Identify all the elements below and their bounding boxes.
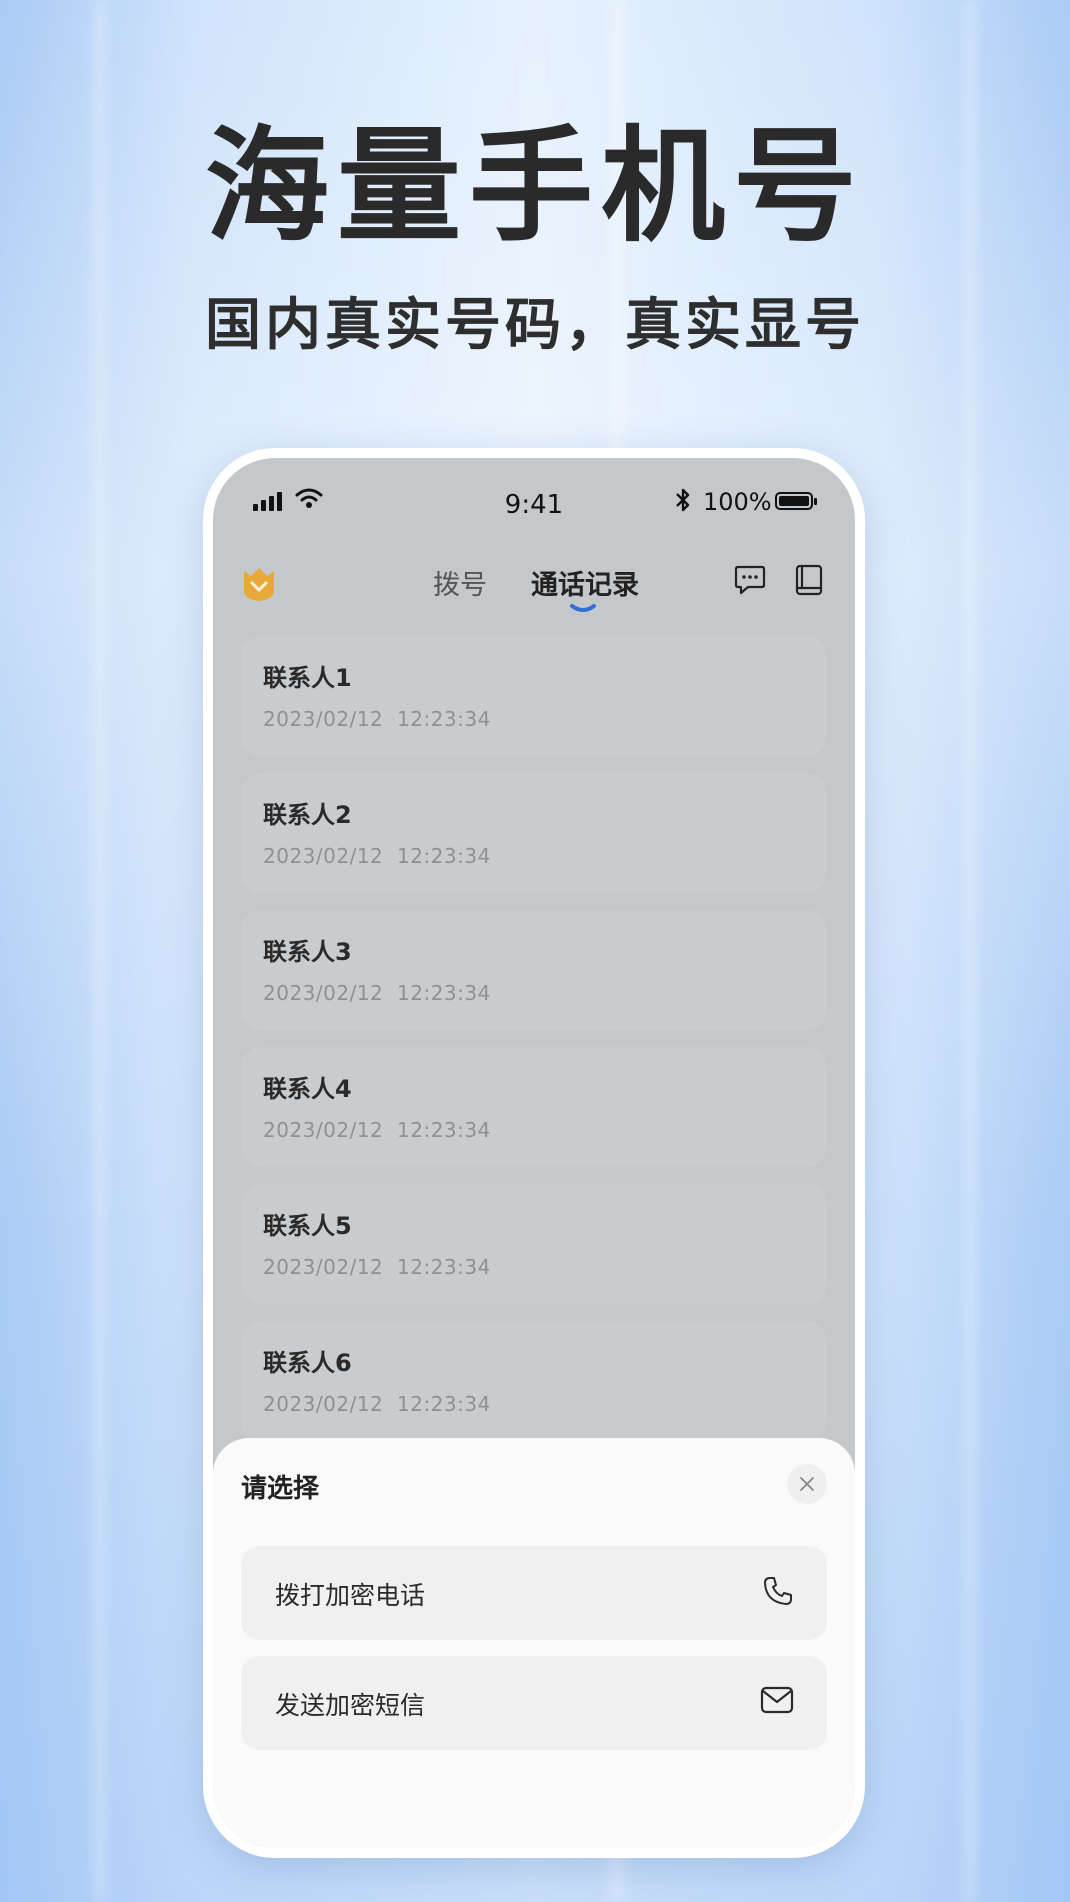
- phone-frame: 9:41 100% 拨号 通话记录 联系人1 2023/02/12 12:23:…: [203, 448, 865, 1858]
- subheadline: 国内真实号码，真实显号: [205, 293, 865, 358]
- call-log-item[interactable]: 联系人1 2023/02/12 12:23:34: [241, 636, 827, 756]
- contacts-book-icon[interactable]: [791, 563, 825, 597]
- call-timestamp: 2023/02/12 12:23:34: [263, 844, 491, 868]
- call-log-item[interactable]: 联系人3 2023/02/12 12:23:34: [241, 910, 827, 1030]
- call-log-item[interactable]: 联系人2 2023/02/12 12:23:34: [241, 773, 827, 893]
- active-tab-indicator: [570, 604, 596, 612]
- action-sheet: 请选择 拨打加密电话 发送加密短信: [213, 1438, 855, 1848]
- battery-percent: 100%: [703, 488, 772, 516]
- top-nav: 拨号 通话记录: [213, 553, 855, 623]
- mail-icon: [760, 1686, 794, 1714]
- contact-name: 联系人6: [263, 1349, 352, 1377]
- call-log-item[interactable]: 联系人5 2023/02/12 12:23:34: [241, 1184, 827, 1304]
- bluetooth-icon: [676, 488, 690, 512]
- contact-name: 联系人5: [263, 1212, 352, 1240]
- call-log-list: 联系人1 2023/02/12 12:23:34 联系人2 2023/02/12…: [241, 636, 827, 1458]
- contact-name: 联系人1: [263, 664, 352, 692]
- tab-call-records[interactable]: 通话记录: [531, 563, 639, 602]
- status-bar: 9:41 100%: [213, 458, 855, 528]
- contact-name: 联系人2: [263, 801, 352, 829]
- battery-icon: [775, 492, 817, 510]
- call-timestamp: 2023/02/12 12:23:34: [263, 1392, 491, 1416]
- sheet-title: 请选择: [241, 1474, 320, 1504]
- phone-screen: 9:41 100% 拨号 通话记录 联系人1 2023/02/12 12:23:…: [213, 458, 855, 1848]
- call-encrypted-option[interactable]: 拨打加密电话: [241, 1546, 827, 1640]
- call-timestamp: 2023/02/12 12:23:34: [263, 1118, 491, 1142]
- call-timestamp: 2023/02/12 12:23:34: [263, 1255, 491, 1279]
- close-button[interactable]: [787, 1464, 827, 1504]
- contact-name: 联系人4: [263, 1075, 352, 1103]
- option-label: 拨打加密电话: [275, 1581, 426, 1610]
- sms-encrypted-option[interactable]: 发送加密短信: [241, 1656, 827, 1750]
- contact-name: 联系人3: [263, 938, 352, 966]
- tab-dial[interactable]: 拨号: [433, 563, 487, 602]
- phone-icon: [764, 1577, 792, 1605]
- headline: 海量手机号: [204, 115, 865, 259]
- call-log-item[interactable]: 联系人4 2023/02/12 12:23:34: [241, 1047, 827, 1167]
- call-log-item[interactable]: 联系人6 2023/02/12 12:23:34: [241, 1321, 827, 1441]
- option-label: 发送加密短信: [275, 1691, 426, 1720]
- call-timestamp: 2023/02/12 12:23:34: [263, 707, 491, 731]
- message-icon[interactable]: [733, 563, 767, 597]
- call-timestamp: 2023/02/12 12:23:34: [263, 981, 491, 1005]
- crest-badge-icon[interactable]: [241, 565, 277, 603]
- close-icon: [800, 1477, 814, 1491]
